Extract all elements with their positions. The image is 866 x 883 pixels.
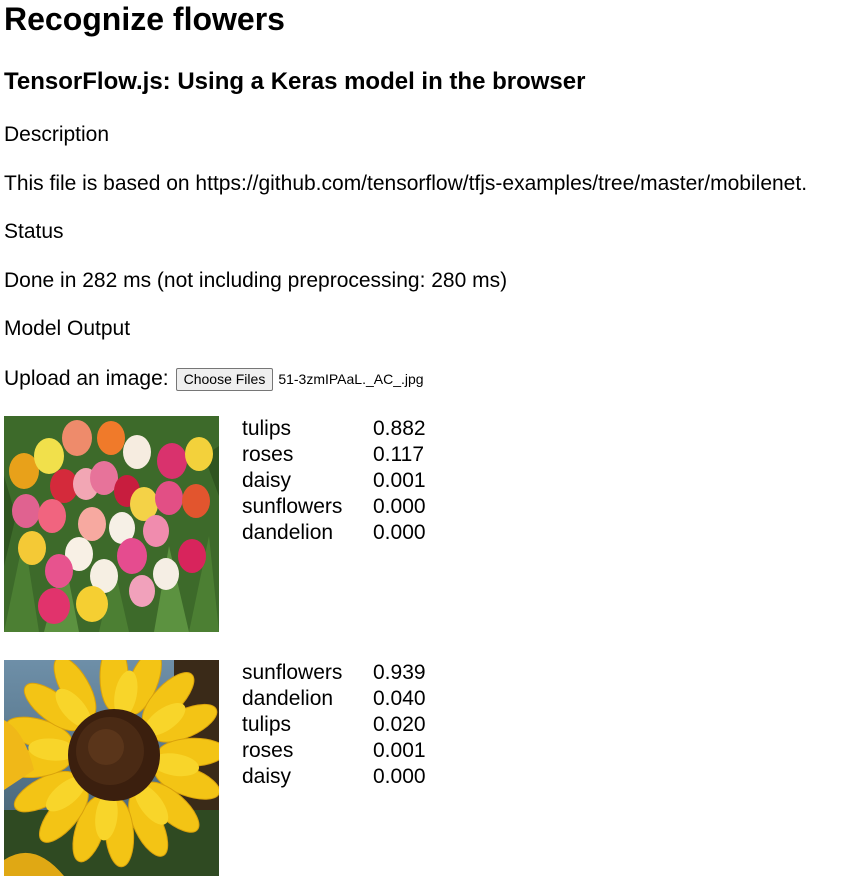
prediction-row: sunflowers 0.000: [242, 494, 426, 520]
upload-row: Upload an image: Choose Files 51-3zmIPAa…: [4, 367, 424, 391]
prediction-row: sunflowers 0.939: [242, 660, 426, 686]
page-subtitle: TensorFlow.js: Using a Keras model in th…: [4, 68, 586, 95]
prediction-class: tulips: [242, 713, 292, 736]
prediction-probability: 0.000: [373, 765, 426, 788]
prediction-probability: 0.040: [373, 687, 426, 710]
model-output-heading: Model Output: [4, 317, 131, 340]
prediction-class: sunflowers: [242, 495, 343, 518]
description-heading: Description: [4, 123, 110, 146]
selected-file-name: 51-3zmIPAaL._AC_.jpg: [278, 371, 424, 387]
upload-label: Upload an image:: [4, 367, 169, 390]
page-title: Recognize flowers: [4, 1, 285, 37]
prediction-class: dandelion: [242, 687, 334, 710]
prediction-row: tulips 0.882: [242, 416, 426, 442]
prediction-row: dandelion 0.000: [242, 520, 426, 546]
tulips-photo: [4, 416, 219, 632]
prediction-probability: 0.939: [373, 661, 426, 684]
status-text: Done in 282 ms (not including preprocess…: [4, 269, 508, 292]
prediction-list: sunflowers 0.939 dandelion 0.040 tulips 0.0…: [242, 660, 426, 790]
prediction-probability: 0.001: [373, 739, 426, 762]
prediction-class: roses: [242, 443, 294, 466]
prediction-probability: 0.000: [373, 495, 426, 518]
prediction-row: daisy 0.001: [242, 468, 426, 494]
prediction-class: tulips: [242, 417, 292, 440]
sunflower-photo: [4, 660, 219, 876]
choose-files-button[interactable]: Choose Files: [175, 367, 274, 391]
prediction-class: daisy: [242, 765, 292, 788]
prediction-probability: 0.020: [373, 713, 426, 736]
prediction-probability: 0.882: [373, 417, 426, 440]
prediction-row: roses 0.117: [242, 442, 426, 468]
result-card: sunflowers 0.939 dandelion 0.040 tulips 0.0…: [4, 660, 504, 876]
prediction-row: tulips 0.020: [242, 712, 426, 738]
prediction-class: daisy: [242, 469, 292, 492]
prediction-probability: 0.001: [373, 469, 426, 492]
description-text: This file is based on https://github.com…: [4, 172, 808, 195]
prediction-probability: 0.000: [373, 521, 426, 544]
prediction-row: roses 0.001: [242, 738, 426, 764]
prediction-row: daisy 0.000: [242, 764, 426, 790]
prediction-probability: 0.117: [373, 443, 424, 466]
prediction-list: tulips 0.882 roses 0.117 daisy 0.001 sunflo…: [242, 416, 426, 546]
status-heading: Status: [4, 220, 64, 243]
prediction-class: sunflowers: [242, 661, 343, 684]
result-card: tulips 0.882 roses 0.117 daisy 0.001 sunflo…: [4, 416, 504, 632]
prediction-class: roses: [242, 739, 294, 762]
prediction-class: dandelion: [242, 521, 334, 544]
prediction-row: dandelion 0.040: [242, 686, 426, 712]
